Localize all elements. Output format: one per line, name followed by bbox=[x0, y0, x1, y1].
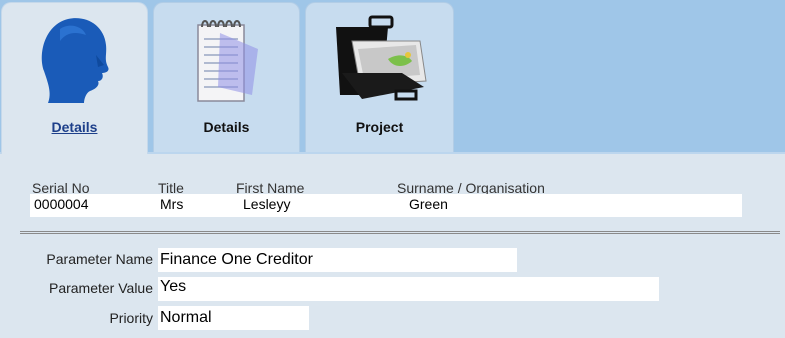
first-name-value: Lesleyy bbox=[243, 196, 291, 212]
serial-no-value: 0000004 bbox=[34, 196, 89, 212]
parameter-value-field[interactable]: Yes bbox=[158, 277, 659, 301]
parameter-name-field[interactable]: Finance One Creditor bbox=[158, 248, 517, 272]
briefcase-icon bbox=[336, 15, 427, 101]
surname-value: Green bbox=[409, 196, 448, 212]
tab-label: Project bbox=[355, 119, 404, 135]
title-value: Mrs bbox=[160, 196, 184, 212]
tab-details-notepad[interactable]: Details bbox=[153, 2, 300, 152]
tab-label: Details bbox=[203, 119, 250, 135]
priority-field[interactable]: Normal bbox=[158, 306, 309, 330]
section-divider bbox=[20, 231, 780, 234]
priority-label: Priority bbox=[109, 310, 153, 326]
tab-project[interactable]: Project bbox=[305, 2, 454, 152]
notepad-icon bbox=[197, 20, 258, 102]
parameter-name-label: Parameter Name bbox=[46, 251, 153, 267]
person-head-icon bbox=[41, 18, 109, 104]
tab-label: Details bbox=[51, 119, 98, 135]
parameter-value-label: Parameter Value bbox=[48, 280, 153, 296]
summary-row bbox=[30, 194, 742, 217]
tab-details-person[interactable]: Details bbox=[1, 2, 148, 154]
